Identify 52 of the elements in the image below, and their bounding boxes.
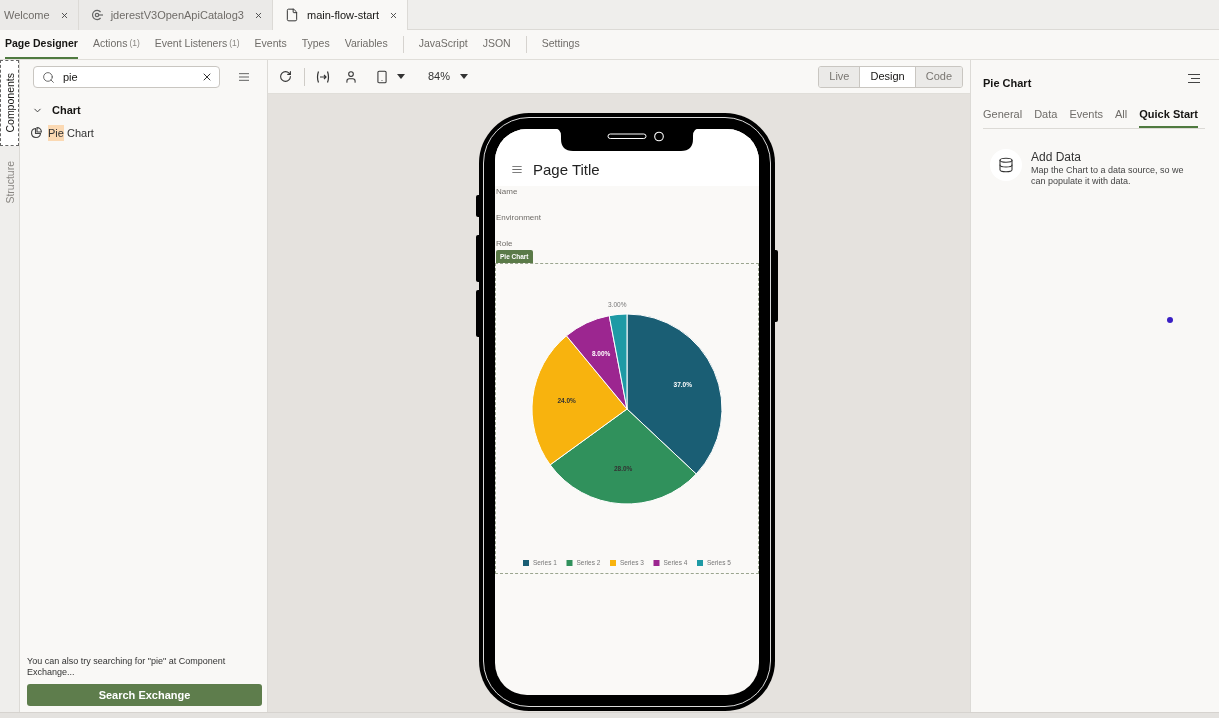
search-exchange-button[interactable]: Search Exchange: [27, 684, 262, 706]
database-icon: [990, 149, 1022, 181]
field-label: Role: [496, 239, 513, 249]
field-label: Name: [496, 187, 518, 197]
clear-icon[interactable]: [201, 71, 213, 83]
menu-icon[interactable]: [1188, 73, 1200, 83]
panel-title: Pie Chart: [983, 76, 1032, 91]
user-icon[interactable]: [344, 69, 358, 84]
field-label: Environment: [496, 213, 541, 223]
zoom-level[interactable]: 84%: [428, 68, 451, 85]
tree-group[interactable]: Chart: [32, 101, 259, 119]
pie-chart-icon: [30, 127, 42, 139]
designer-tab[interactable]: Actions (1): [92, 30, 140, 59]
page-title: Page Title: [533, 161, 600, 179]
component-item[interactable]: Pie Chart: [30, 123, 259, 143]
side-tab[interactable]: Components: [0, 60, 19, 146]
designer-tab[interactable]: Events: [254, 30, 287, 59]
menu-icon[interactable]: [239, 73, 249, 81]
menu-icon[interactable]: [512, 166, 522, 173]
close-icon[interactable]: [59, 10, 69, 20]
hint-text: You can also try searching for "pie" at Component Exchange...: [27, 656, 227, 678]
refresh-icon[interactable]: [279, 70, 292, 83]
editor-tab[interactable]: jderestV3OpenApiCatalog3: [78, 0, 273, 30]
service-icon: [90, 9, 103, 21]
designer-tab[interactable]: JSON: [482, 30, 511, 59]
mode-toggle[interactable]: Code: [914, 66, 962, 87]
file-icon: [284, 8, 299, 22]
search-field[interactable]: pie: [33, 66, 220, 88]
close-icon[interactable]: [253, 10, 263, 20]
property-tab[interactable]: Events: [1069, 105, 1104, 128]
designer-tab[interactable]: Variables: [344, 30, 388, 59]
designer-tab[interactable]: Event Listeners (1): [154, 30, 240, 59]
editor-tab[interactable]: Welcome: [0, 0, 79, 30]
parentheses-arrow-icon[interactable]: [316, 70, 330, 83]
close-icon[interactable]: [389, 10, 399, 20]
caret-icon[interactable]: [397, 74, 405, 79]
caret-icon[interactable]: [460, 74, 469, 79]
quick-start-title[interactable]: Add Data: [1031, 150, 1196, 164]
property-tab[interactable]: Quick Start: [1139, 105, 1198, 128]
editor-tab[interactable]: main-flow-start: [272, 0, 409, 30]
quick-start-description: Map the Chart to a data source, so we can populate it with data.: [1031, 165, 1185, 187]
search-icon: [42, 70, 55, 84]
mode-toggle[interactable]: Design: [859, 66, 915, 87]
side-tab[interactable]: Structure: [0, 148, 19, 216]
property-tab[interactable]: All: [1115, 105, 1128, 128]
designer-tab[interactable]: Types: [301, 30, 330, 59]
property-tab[interactable]: Data: [1034, 105, 1058, 128]
property-tab[interactable]: General: [983, 105, 1023, 128]
designer-tab[interactable]: JavaScript: [418, 30, 468, 59]
mode-toggle[interactable]: Live: [819, 66, 860, 87]
phone-icon[interactable]: [375, 69, 389, 84]
designer-tab[interactable]: Settings: [541, 30, 580, 59]
